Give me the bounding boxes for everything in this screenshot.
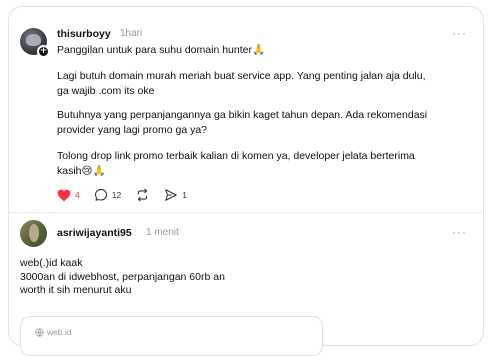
divider [9,212,483,213]
like-count: 4 [75,190,80,200]
heart-icon [57,189,71,201]
reply-username[interactable]: asriwijayanti95 [57,227,132,239]
paragraph-line: ga wajib .com its oke [57,84,155,97]
reply-more-options-icon[interactable]: ··· [452,225,467,239]
comment-count: 12 [111,190,122,200]
paragraph-line: provider yang lagi promo ga ya? [57,123,208,136]
link-url: web.id [35,327,72,337]
post-actions: 4 12 1 [57,187,201,203]
post-paragraph-3: Tolong drop link promo terbaik kalian di… [57,149,415,178]
post-paragraph-1: Lagi butuh domain murah meriah buat serv… [57,69,426,98]
reply-avatar[interactable] [20,220,47,247]
share-icon [165,189,177,201]
paragraph-line: kasih😢🙏 [57,164,106,177]
reply-text: web(.)id kaak 3000an di idwebhost, perpa… [20,257,225,298]
post-title: Panggilan untuk para suhu domain hunter🙏 [57,44,266,56]
share-count: 1 [182,190,187,200]
follow-plus-icon[interactable]: + [37,45,50,58]
reply-line: worth it sih menurut aku [20,284,132,296]
comment-button[interactable]: 12 [94,188,121,202]
reply-line: web(.)id kaak [20,257,83,269]
paragraph-line: Tolong drop link promo terbaik kalian di… [57,150,415,162]
comment-icon [94,188,107,201]
globe-icon [35,327,44,337]
reply-line: 3000an di idwebhost, perpanjangan 60rb a… [20,270,225,283]
repost-button[interactable] [135,188,150,202]
reply-time: 1 menit [146,227,179,238]
paragraph-line: Butuhnya yang perpanjangannya ga bikin k… [57,109,428,121]
paragraph-line: Lagi butuh domain murah meriah buat serv… [57,70,426,82]
post-time: 1hari [120,28,143,39]
like-button[interactable]: 4 [57,189,80,202]
link-preview-card[interactable]: web.id [20,316,323,356]
share-button[interactable]: 1 [164,188,187,202]
more-options-icon[interactable]: ··· [452,26,467,40]
post-paragraph-2: Butuhnya yang perpanjangannya ga bikin k… [57,108,427,137]
post-username[interactable]: thisurboyy [57,28,111,40]
repost-icon [138,188,148,202]
link-url-text: web.id [47,327,72,337]
